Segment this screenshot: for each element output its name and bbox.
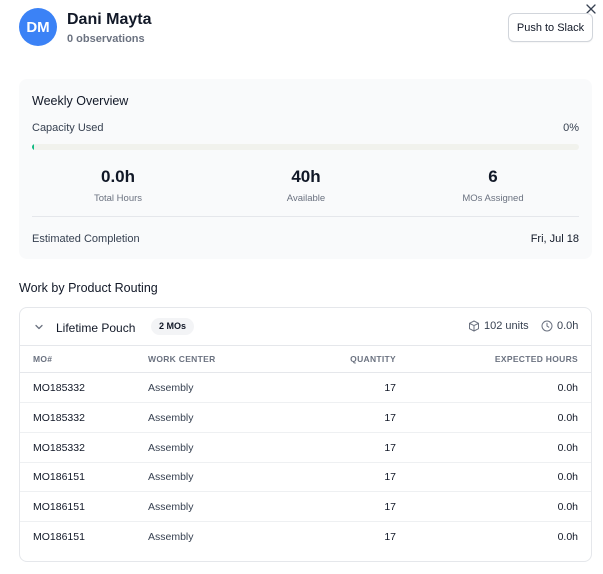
work-center: Assembly <box>148 382 194 394</box>
stat-value: 6 <box>488 167 498 186</box>
column-header-quantity: QUANTITY <box>350 354 396 364</box>
quantity: 17 <box>384 442 396 454</box>
units-summary: 102 units <box>468 320 529 332</box>
estimated-completion-value: Fri, Jul 18 <box>530 233 579 245</box>
stat-label: MOs Assigned <box>462 193 524 204</box>
stat-label: Available <box>286 193 326 204</box>
observations-count: 0 observations <box>67 32 145 45</box>
table-row[interactable]: MO186151 Assembly 17 0.0h <box>20 462 591 492</box>
table-row[interactable]: MO185332 Assembly 17 0.0h <box>20 433 591 463</box>
mo-number: MO185332 <box>33 412 85 424</box>
stat-value: 0.0h <box>100 167 136 186</box>
work-center: Assembly <box>148 471 194 483</box>
expected-hours: 0.0h <box>557 442 578 454</box>
work-center: Assembly <box>148 412 194 424</box>
stat-value: 40h <box>291 167 321 186</box>
section-title: Work by Product Routing <box>19 281 158 295</box>
quantity: 17 <box>384 471 396 483</box>
weekly-overview-panel: Weekly Overview Capacity Used 0% 0.0h To… <box>19 79 592 259</box>
column-header-expected-hours: EXPECTED HOURS <box>494 354 578 364</box>
work-center: Assembly <box>148 531 194 543</box>
capacity-progress-fill <box>32 144 34 150</box>
table-row[interactable]: MO186151 Assembly 17 0.0h <box>20 522 591 552</box>
expected-hours: 0.0h <box>557 501 578 513</box>
quantity: 17 <box>384 412 396 424</box>
routing-header[interactable]: Lifetime Pouch 2 MOs 102 units 0.0h <box>20 308 591 346</box>
work-center: Assembly <box>148 442 194 454</box>
expected-hours: 0.0h <box>557 531 578 543</box>
estimated-completion-label: Estimated Completion <box>32 233 140 245</box>
column-header-work-center: WORK CENTER <box>148 354 216 364</box>
table-row[interactable]: MO185332 Assembly 17 0.0h <box>20 373 591 403</box>
user-header: DM Dani Mayta 0 observations <box>19 8 151 46</box>
capacity-percent: 0% <box>563 122 579 134</box>
mo-number: MO186151 <box>33 531 85 543</box>
chevron-down-icon[interactable] <box>34 322 44 332</box>
stat-total-hours: 0.0h Total Hours <box>43 167 193 204</box>
user-name: Dani Mayta <box>67 10 152 28</box>
table-row[interactable]: MO186151 Assembly 17 0.0h <box>20 492 591 522</box>
stat-available: 40h Available <box>231 167 381 204</box>
avatar: DM <box>19 8 57 46</box>
divider <box>32 216 579 217</box>
stat-label: Total Hours <box>93 193 143 204</box>
expected-hours: 0.0h <box>557 382 578 394</box>
quantity: 17 <box>384 501 396 513</box>
capacity-label: Capacity Used <box>32 122 104 134</box>
push-to-slack-button[interactable]: Push to Slack <box>508 13 593 42</box>
capacity-progress-bar <box>32 144 579 150</box>
quantity: 17 <box>384 531 396 543</box>
mo-number: MO186151 <box>33 501 85 513</box>
units-value: 102 units <box>484 320 529 332</box>
hours-value: 0.0h <box>557 320 579 332</box>
mo-number: MO185332 <box>33 382 85 394</box>
product-name: Lifetime Pouch <box>56 321 136 335</box>
box-icon <box>469 320 479 332</box>
table-row[interactable]: MO185332 Assembly 17 0.0h <box>20 403 591 433</box>
hours-summary: 0.0h <box>541 320 578 332</box>
mo-number: MO185332 <box>33 442 85 454</box>
expected-hours: 0.0h <box>557 412 578 424</box>
column-header-mo: MO# <box>33 354 53 364</box>
mo-count-badge: 2 MOs <box>151 318 195 335</box>
work-center: Assembly <box>148 501 194 513</box>
expected-hours: 0.0h <box>557 471 578 483</box>
quantity: 17 <box>384 382 396 394</box>
routing-card: Lifetime Pouch 2 MOs 102 units 0.0h MO# … <box>19 307 592 562</box>
stat-mos-assigned: 6 MOs Assigned <box>418 167 568 204</box>
mo-number: MO186151 <box>33 471 85 483</box>
weekly-overview-title: Weekly Overview <box>32 94 129 108</box>
clock-icon <box>541 320 553 332</box>
